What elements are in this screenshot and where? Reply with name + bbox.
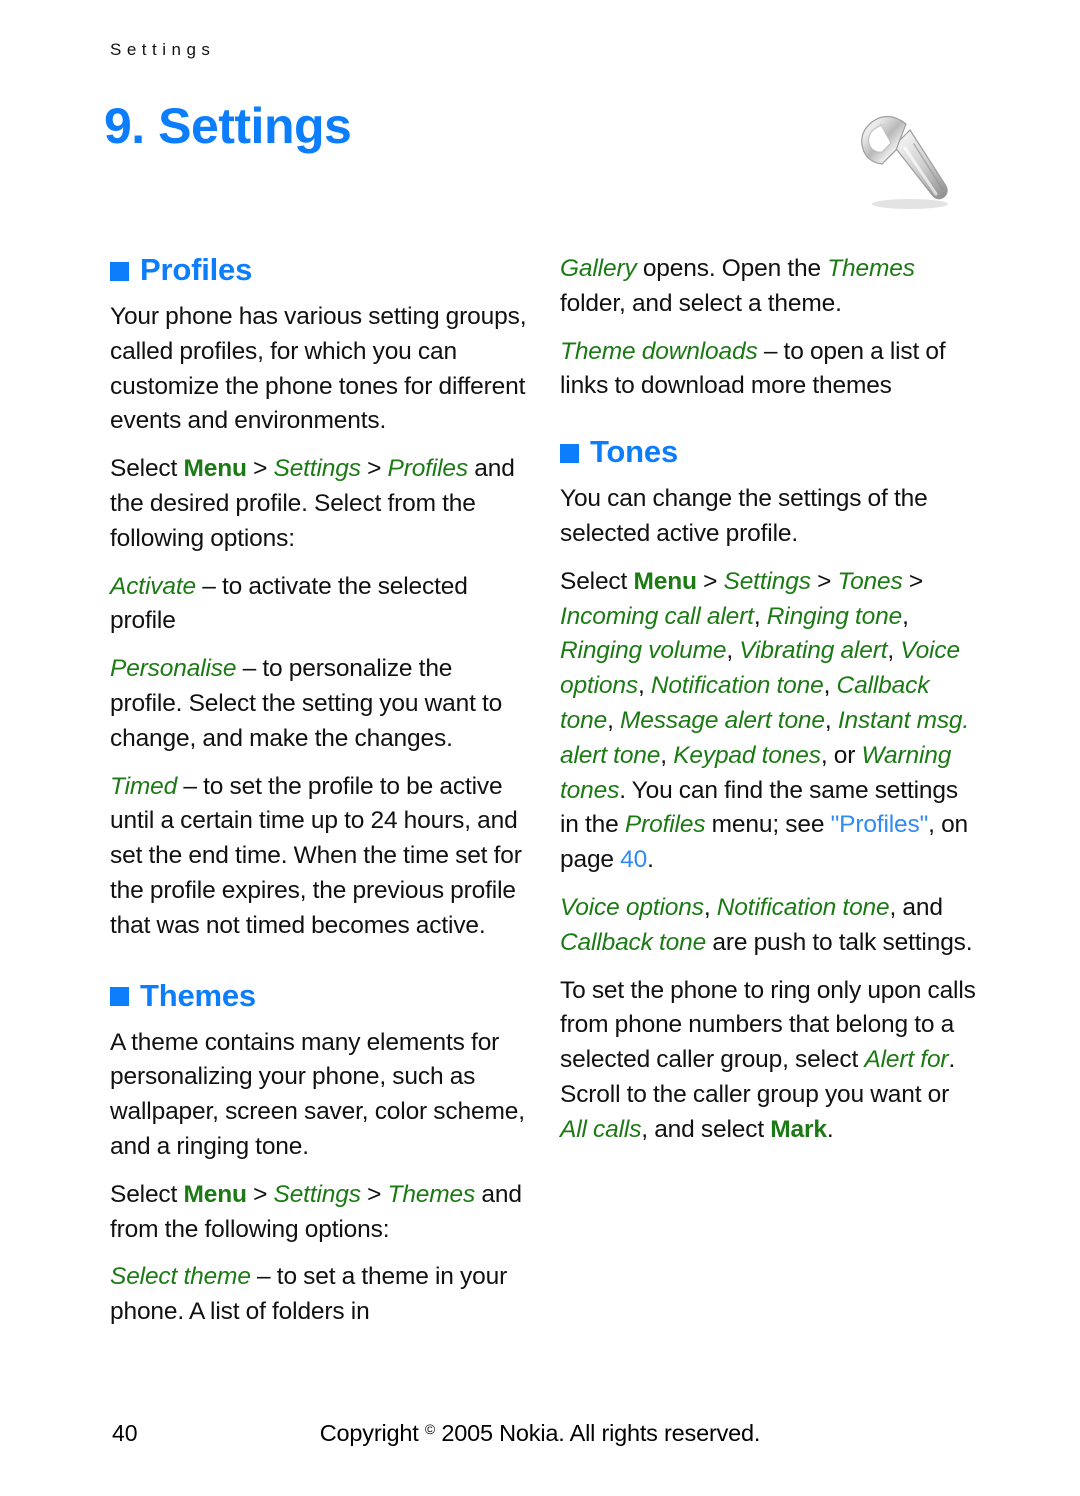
square-bullet-icon <box>110 261 129 281</box>
comma: , <box>753 602 767 630</box>
paragraph-caller-group-alert: To set the phone to ring only upon calls… <box>560 974 978 1148</box>
ui-menu: Menu <box>633 567 697 595</box>
comma: , <box>887 637 901 665</box>
page-footer: 40 Copyright © 2005 Nokia. All rights re… <box>0 1420 1080 1454</box>
paragraph-profiles-intro: Your phone has various setting groups, c… <box>110 303 527 435</box>
text-or: , or <box>820 741 862 769</box>
ui-activate: Activate <box>110 572 196 600</box>
ui-timed: Timed <box>110 772 178 800</box>
ui-settings: Settings <box>273 455 361 483</box>
paragraph-gallery-continued: Gallery opens. Open the Themes folder, a… <box>560 252 978 322</box>
paragraph-activate: Activate – to activate the selected prof… <box>110 570 528 640</box>
path-separator: > <box>360 1180 388 1208</box>
text-menu-see: menu; see <box>705 811 831 839</box>
comma: , <box>660 741 674 769</box>
paragraph-select-theme: Select theme – to set a theme in your ph… <box>110 1260 528 1330</box>
text-ptt-mid: , and <box>889 893 943 921</box>
path-separator: > <box>902 567 924 595</box>
ui-profiles: Profiles <box>387 455 469 483</box>
section-heading-themes-label: Themes <box>140 977 256 1013</box>
text-select-lead: Select <box>110 455 184 483</box>
ui-ringing-tone: Ringing tone <box>766 602 903 630</box>
ui-menu: Menu <box>183 1180 247 1208</box>
comma: , <box>726 637 740 665</box>
cross-reference-link[interactable]: "Profiles" <box>831 811 929 838</box>
ui-mark: Mark <box>770 1115 827 1143</box>
wrench-icon <box>848 104 960 216</box>
path-separator: > <box>810 567 838 595</box>
text-xref-end: . <box>647 846 654 874</box>
comma: , <box>902 602 909 630</box>
section-heading-themes: Themes <box>110 978 528 1014</box>
comma: , <box>824 706 838 734</box>
document-page: Settings 9. Settings Profiles Your phone… <box>0 0 1080 1496</box>
ui-gallery: Gallery <box>560 255 637 282</box>
ui-personalise: Personalise <box>110 655 237 683</box>
section-heading-profiles: Profiles <box>110 252 528 288</box>
ui-all-calls: All calls <box>560 1115 642 1143</box>
ui-themes: Themes <box>387 1180 476 1208</box>
text-gallery-desc: opens. Open the <box>636 255 828 282</box>
paragraph-ptt-settings: Voice options, Notification tone, and Ca… <box>560 891 978 961</box>
paragraph-personalise: Personalise – to personalize the profile… <box>110 652 528 756</box>
copyright-symbol: © <box>424 1421 436 1437</box>
paragraph-themes-intro: A theme contains many elements for perso… <box>110 1028 525 1160</box>
section-heading-profiles-label: Profiles <box>140 252 253 287</box>
ui-alert-for: Alert for <box>864 1046 949 1074</box>
text-gallery-tail: folder, and select a theme. <box>560 289 842 317</box>
ui-callback-tone: Callback tone <box>560 928 707 956</box>
text-select-lead: Select <box>560 567 634 595</box>
ui-themes: Themes <box>827 255 915 282</box>
square-bullet-icon <box>110 987 129 1007</box>
ui-notification-tone: Notification tone <box>650 672 824 700</box>
paragraph-theme-downloads: Theme downloads – to open a list of link… <box>560 335 978 405</box>
path-separator: > <box>246 1180 274 1208</box>
copyright-notice: Copyright © 2005 Nokia. All rights reser… <box>0 1420 1080 1447</box>
comma: , <box>607 706 621 734</box>
copyright-pre: Copyright <box>319 1420 425 1446</box>
ui-incoming-call-alert: Incoming call alert <box>560 602 754 630</box>
ui-theme-downloads: Theme downloads <box>560 337 758 365</box>
comma: , <box>703 893 717 921</box>
ui-notification-tone: Notification tone <box>716 893 890 921</box>
ui-menu: Menu <box>183 455 247 483</box>
path-separator: > <box>696 567 724 595</box>
ui-message-alert-tone: Message alert tone <box>620 706 825 734</box>
paragraph-timed: Timed – to set the profile to be active … <box>110 770 528 944</box>
ui-select-theme: Select theme <box>110 1263 251 1291</box>
comma: , <box>637 672 651 700</box>
text-period: . <box>826 1115 834 1143</box>
paragraph-tones-intro: You can change the settings of the selec… <box>560 485 928 547</box>
right-column: Gallery opens. Open the Themes folder, a… <box>560 252 978 1161</box>
ui-ringing-volume: Ringing volume <box>560 637 727 665</box>
section-heading-tones: Tones <box>560 434 978 470</box>
text-ptt-tail: are push to talk settings. <box>706 928 973 956</box>
path-separator: > <box>360 455 388 483</box>
square-bullet-icon <box>560 443 579 463</box>
ui-vibrating-alert: Vibrating alert <box>739 637 888 665</box>
ui-keypad-tones: Keypad tones <box>673 741 821 769</box>
copyright-post: 2005 Nokia. All rights reserved. <box>435 1420 761 1446</box>
running-header: Settings <box>110 40 216 59</box>
text-alert-tail: , and select <box>641 1115 771 1143</box>
cross-reference-page[interactable]: 40 <box>620 846 647 873</box>
section-heading-tones-label: Tones <box>590 434 678 470</box>
paragraph-profiles-path: Select Menu > Settings > Profiles and th… <box>110 452 528 556</box>
paragraph-themes-path: Select Menu > Settings > Themes and from… <box>110 1178 528 1248</box>
comma: , <box>823 672 837 700</box>
ui-settings: Settings <box>723 567 811 595</box>
text-select-lead: Select <box>110 1180 184 1208</box>
ui-voice-options: Voice options <box>560 893 704 921</box>
paragraph-tones-path: Select Menu > Settings > Tones > Incomin… <box>560 565 978 878</box>
ui-tones: Tones <box>837 567 903 595</box>
left-column: Profiles Your phone has various setting … <box>110 252 528 1343</box>
ui-settings: Settings <box>273 1180 361 1208</box>
ui-profiles: Profiles <box>624 811 706 839</box>
page-title: 9. Settings <box>104 98 352 154</box>
path-separator: > <box>246 455 274 483</box>
